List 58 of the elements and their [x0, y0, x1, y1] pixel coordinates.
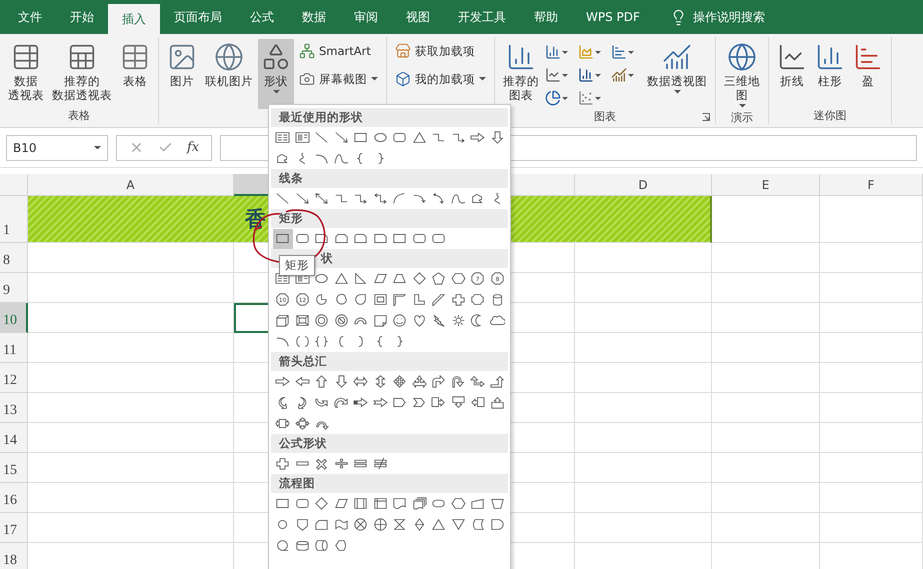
ribbon-tab[interactable]: 插入 [108, 4, 160, 34]
ribbon-tab[interactable]: 审阅 [340, 0, 392, 34]
group-label: 演示 [731, 110, 753, 124]
section-title: 矩形 [279, 211, 303, 226]
section-title: 公式形状 [279, 436, 327, 451]
section-title: 线条 [279, 171, 303, 186]
ribbon-tab[interactable]: 文件 [4, 0, 56, 34]
column-header[interactable]: E [712, 174, 820, 196]
ribbon-tab[interactable]: 公式 [236, 0, 288, 34]
ribbon-button[interactable]: 联机图片 [202, 39, 256, 90]
column-header[interactable]: F [820, 174, 923, 196]
column-header[interactable]: A [28, 174, 234, 196]
ribbon-button[interactable]: 屏幕截图 [296, 69, 381, 89]
row-header[interactable]: 14 [0, 423, 28, 453]
ribbon-button[interactable]: 图片 [164, 39, 200, 90]
ribbon-button[interactable]: 形状 [258, 39, 294, 109]
ribbon-button[interactable]: SmartArt [296, 41, 381, 61]
row-header[interactable]: 15 [0, 453, 28, 483]
section-title: 箭头总汇 [279, 354, 327, 369]
ribbon-tab[interactable]: WPS PDF [572, 0, 654, 34]
ribbon-tab[interactable]: 数据 [288, 0, 340, 34]
insert-function-button[interactable]: fx [187, 140, 200, 155]
row-header[interactable]: 16 [0, 483, 28, 513]
row-header[interactable]: 11 [0, 333, 28, 363]
ribbon-button[interactable]: 我的加载项 [392, 69, 489, 89]
ribbon-tab[interactable]: 开始 [56, 0, 108, 34]
tell-me-search[interactable]: 操作说明搜索 [692, 0, 765, 34]
ribbon-button[interactable]: 数据 透视表 [5, 39, 47, 104]
ribbon-tab[interactable]: 页面布局 [160, 0, 236, 34]
ribbon-button[interactable]: 推荐的 数据透视表 [49, 39, 115, 104]
group-label: 表格 [68, 108, 90, 122]
section-title: 流程图 [279, 476, 315, 491]
section-title: 状 [321, 251, 333, 266]
row-header[interactable]: 10 [0, 303, 28, 333]
row-header[interactable]: 9 [0, 273, 28, 303]
row-header[interactable]: 17 [0, 513, 28, 543]
ribbon-tab[interactable]: 开发工具 [444, 0, 520, 34]
ribbon-button[interactable]: 表格 [117, 39, 153, 90]
ribbon-button[interactable]: 三维地 图 [721, 39, 763, 110]
group-label: 迷你图 [814, 108, 846, 122]
row-header[interactable]: 18 [0, 543, 28, 569]
row-header[interactable]: 13 [0, 393, 28, 423]
ribbon-button[interactable]: 折线 [774, 39, 810, 90]
row-header[interactable]: 1 [0, 196, 28, 243]
name-box[interactable]: B10 [6, 134, 108, 160]
group-label: 图表 [594, 109, 616, 124]
row-header[interactable]: 8 [0, 243, 28, 273]
ribbon-button[interactable]: 柱形 [812, 39, 848, 90]
ribbon-button[interactable]: 推荐的 图表 [500, 39, 542, 104]
ribbon-button[interactable]: 数据透视图 [644, 39, 710, 96]
ribbon-button[interactable]: 盈 [850, 39, 886, 90]
ribbon-button[interactable]: 获取加载项 [392, 41, 489, 61]
column-header[interactable]: D [575, 174, 712, 196]
row-header[interactable]: 12 [0, 363, 28, 393]
tooltip: 矩形 [279, 255, 315, 276]
ribbon-tab[interactable]: 帮助 [520, 0, 572, 34]
ribbon-tab[interactable]: 视图 [392, 0, 444, 34]
section-title: 最近使用的形状 [279, 110, 363, 125]
